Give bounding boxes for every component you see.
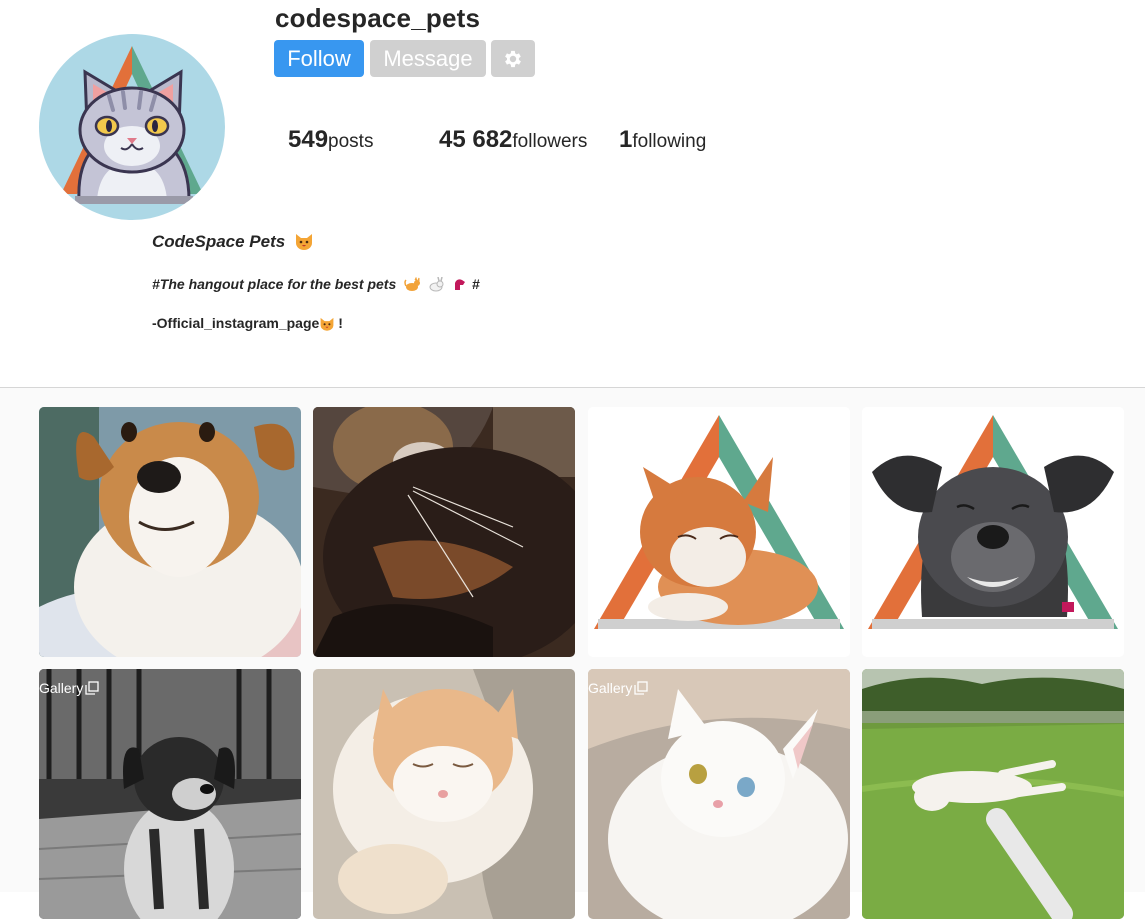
settings-button[interactable] <box>491 40 535 77</box>
gallery-label: Gallery <box>39 680 84 696</box>
calico-cat-photo <box>313 407 575 657</box>
cat-on-grass-photo <box>862 669 1124 919</box>
sleeping-cat-photo <box>313 669 575 919</box>
posts-count: 549 <box>288 126 329 153</box>
following-label: following <box>632 131 707 152</box>
ginger-cat-logo-photo <box>588 407 850 657</box>
followers-stat[interactable]: 45 682followers <box>439 126 587 154</box>
gallery-icon <box>634 681 649 695</box>
followers-label: followers <box>512 131 588 152</box>
puppy-photo <box>39 407 301 657</box>
message-button[interactable]: Message <box>370 40 486 77</box>
white-cat-photo <box>588 669 850 919</box>
bio-tagline-suffix: # <box>471 276 480 292</box>
post-tile[interactable] <box>862 669 1124 919</box>
posts-label: posts <box>328 131 374 152</box>
cat-face-emoji-icon <box>320 317 334 331</box>
post-tile[interactable]: Gallery <box>588 669 850 919</box>
cat-avatar-illustration <box>61 46 203 204</box>
bio-official: -Official_instagram_page ! <box>152 315 343 331</box>
bio-tagline: #The hangout place for the best pets # <box>152 276 480 292</box>
post-tile[interactable]: Video <box>862 407 1124 657</box>
profile-username: codespace_pets <box>275 3 481 33</box>
post-tile[interactable] <box>39 407 301 657</box>
gallery-badge: Gallery <box>39 680 100 696</box>
bio-official-text: -Official_instagram_page <box>152 315 320 331</box>
cat-face-emoji-icon <box>295 234 312 250</box>
profile-header: codespace_pets Follow Message 549posts 4… <box>0 0 1145 387</box>
cat-emoji-icon <box>404 277 421 291</box>
video-label: Video <box>862 418 898 434</box>
gear-icon <box>505 50 521 67</box>
profile-avatar[interactable] <box>39 34 225 220</box>
followers-count: 45 682 <box>439 126 513 153</box>
rabbit-emoji-icon <box>429 277 444 292</box>
post-tile[interactable] <box>313 669 575 919</box>
post-tile[interactable]: Gallery <box>39 669 301 919</box>
bio-official-suffix: ! <box>338 315 343 331</box>
post-tile[interactable] <box>313 407 575 657</box>
paw-emoji-icon <box>454 279 465 290</box>
posts-grid: Gallery Video Gallery Gallery <box>0 388 1145 919</box>
follow-button[interactable]: Follow <box>274 40 364 77</box>
post-tile[interactable]: Gallery <box>588 407 850 657</box>
bio-name: CodeSpace Pets <box>152 232 314 252</box>
bw-puppy-photo <box>39 669 301 919</box>
following-count: 1 <box>619 126 633 153</box>
gallery-icon <box>634 419 649 433</box>
gallery-icon <box>85 681 100 695</box>
gallery-label: Gallery <box>588 418 633 434</box>
gallery-badge: Gallery <box>588 680 649 696</box>
posts-stat: 549posts <box>288 126 373 154</box>
bio-tagline-text: #The hangout place for the best pets <box>152 276 397 292</box>
black-dog-logo-photo <box>862 407 1124 657</box>
gallery-label: Gallery <box>588 680 633 696</box>
bio-name-text: CodeSpace Pets <box>152 232 286 251</box>
gallery-badge: Gallery <box>588 418 649 434</box>
video-badge: Video <box>862 418 898 434</box>
following-stat[interactable]: 1following <box>619 126 706 154</box>
